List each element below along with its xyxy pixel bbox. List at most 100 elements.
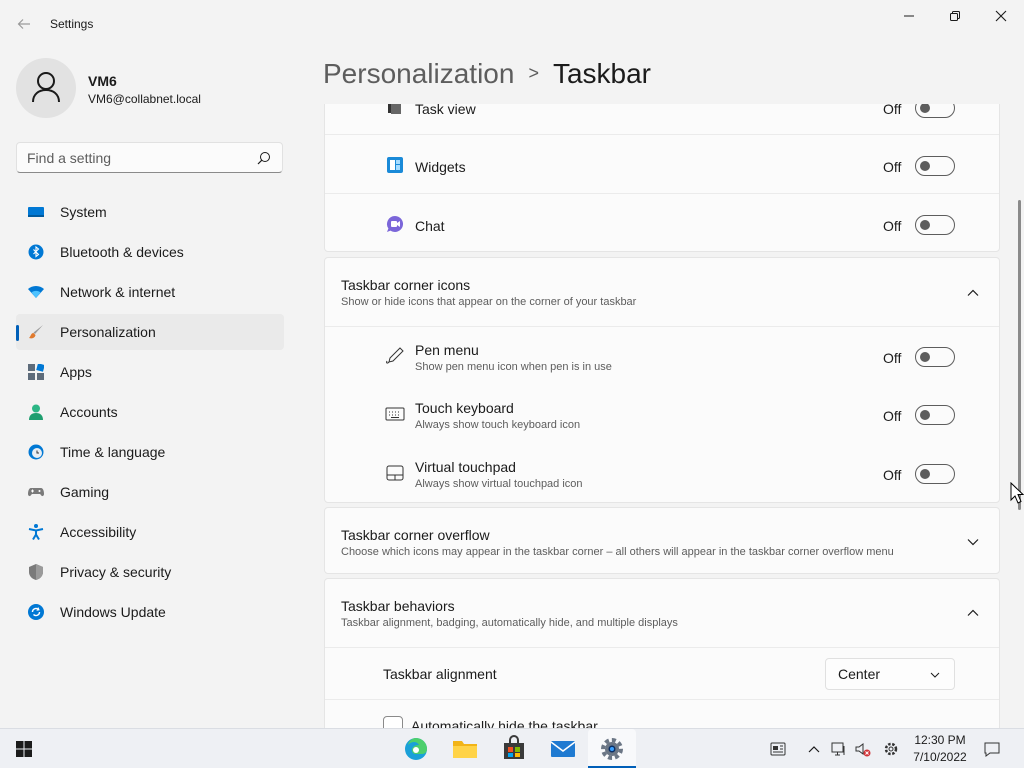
touch-keyboard-label: Touch keyboard — [415, 400, 514, 416]
gear-icon[interactable] — [883, 741, 899, 757]
system-icon — [28, 207, 44, 217]
sidebar-item-bluetooth[interactable]: Bluetooth & devices — [16, 234, 284, 270]
breadcrumb: Personalization > Taskbar — [323, 58, 651, 90]
chevron-up-icon[interactable] — [965, 605, 981, 621]
pen-menu-toggle[interactable] — [915, 347, 955, 367]
network-icon[interactable] — [831, 741, 847, 757]
sidebar-item-windows-update[interactable]: Windows Update — [16, 594, 284, 630]
minimize-icon — [904, 15, 914, 17]
touch-keyboard-toggle[interactable] — [915, 405, 955, 425]
task-view-state: Off — [883, 104, 902, 117]
window-title: Settings — [50, 17, 94, 31]
sidebar-item-label: Accounts — [60, 404, 118, 420]
behaviors-subtitle: Taskbar alignment, badging, automaticall… — [341, 617, 678, 629]
pen-menu-row: Pen menu Show pen menu icon when pen is … — [325, 326, 999, 385]
update-icon — [28, 604, 44, 620]
search-input[interactable] — [27, 149, 247, 167]
sidebar-item-label: Time & language — [60, 444, 166, 460]
settings-gear-icon — [601, 738, 623, 760]
virtual-touchpad-toggle[interactable] — [915, 464, 955, 484]
settings-content: Task view Off Widgets Off Chat Off Taskb… — [324, 104, 1000, 728]
breadcrumb-parent[interactable]: Personalization — [323, 58, 514, 89]
chat-label: Chat — [415, 218, 445, 234]
user-profile[interactable] — [16, 58, 76, 118]
taskbar-alignment-value: Center — [838, 666, 881, 682]
sidebar-item-label: Apps — [60, 364, 92, 380]
store-icon[interactable] — [500, 735, 528, 763]
accounts-icon — [29, 404, 43, 420]
back-button[interactable] — [12, 12, 36, 36]
sidebar-item-gaming[interactable]: Gaming — [16, 474, 284, 510]
search-box[interactable] — [16, 142, 283, 173]
notification-icon[interactable] — [984, 741, 1000, 757]
sidebar-item-label: Personalization — [60, 324, 156, 340]
behaviors-card: Taskbar behaviors Taskbar alignment, bad… — [324, 578, 1000, 728]
sidebar-item-accessibility[interactable]: Accessibility — [16, 514, 284, 550]
minimize-button[interactable] — [886, 0, 932, 32]
sidebar-item-network[interactable]: Network & internet — [16, 274, 284, 310]
shield-icon — [29, 564, 43, 580]
apps-icon — [28, 364, 44, 380]
edge-icon[interactable] — [402, 735, 430, 763]
chevron-down-icon[interactable] — [965, 534, 981, 550]
sidebar-item-label: Network & internet — [60, 284, 176, 300]
brush-icon — [29, 325, 43, 339]
close-button[interactable] — [978, 0, 1024, 32]
sidebar-item-personalization[interactable]: Personalization — [16, 314, 284, 350]
avatar — [16, 58, 76, 118]
virtual-touchpad-description: Always show virtual touchpad icon — [415, 478, 583, 490]
content-scrollbar[interactable] — [1018, 200, 1021, 510]
autohide-checkbox[interactable] — [383, 716, 403, 728]
task-view-toggle[interactable] — [915, 104, 955, 118]
sidebar-item-label: Gaming — [60, 484, 110, 500]
keyboard-icon — [385, 407, 405, 421]
news-widget-icon[interactable] — [770, 741, 786, 757]
sidebar-item-accounts[interactable]: Accounts — [16, 394, 284, 430]
pen-menu-description: Show pen menu icon when pen is in use — [415, 361, 612, 373]
touch-keyboard-row: Touch keyboard Always show touch keyboar… — [325, 385, 999, 444]
user-email: VM6@collabnet.local — [88, 92, 201, 106]
sidebar-item-privacy[interactable]: Privacy & security — [16, 554, 284, 590]
touch-keyboard-description: Always show touch keyboard icon — [415, 419, 581, 431]
corner-icons-subtitle: Show or hide icons that appear on the co… — [341, 296, 637, 308]
pen-menu-label: Pen menu — [415, 342, 479, 358]
maximize-button[interactable] — [932, 0, 978, 32]
corner-overflow-title: Taskbar corner overflow — [341, 527, 490, 543]
widgets-label: Widgets — [415, 159, 466, 175]
sidebar-item-time-language[interactable]: Time & language — [16, 434, 284, 470]
restore-icon — [950, 11, 960, 21]
back-arrow-icon — [17, 19, 30, 29]
widgets-state: Off — [883, 159, 902, 175]
chevron-down-icon — [930, 672, 940, 678]
taskbar-alignment-dropdown[interactable]: Center — [825, 658, 955, 690]
taskbar-alignment-row: Taskbar alignment Center — [325, 647, 999, 699]
windows-start-icon[interactable] — [16, 741, 32, 757]
taskbar-items-card: Task view Off Widgets Off Chat Off — [324, 104, 1000, 252]
pen-menu-state: Off — [883, 350, 902, 366]
task-view-label: Task view — [415, 104, 476, 117]
person-icon — [32, 72, 60, 103]
corner-icons-header[interactable]: Taskbar corner icons Show or hide icons … — [325, 258, 999, 326]
virtual-touchpad-label: Virtual touchpad — [415, 459, 516, 475]
clock-date[interactable]: 7/10/2022 — [908, 750, 972, 764]
volume-muted-icon[interactable] — [855, 741, 871, 757]
mouse-cursor-icon — [1010, 482, 1024, 504]
chat-toggle[interactable] — [915, 215, 955, 235]
settings-taskbar-button[interactable] — [588, 729, 636, 768]
corner-overflow-card[interactable]: Taskbar corner overflow Choose which ico… — [324, 507, 1000, 574]
behaviors-header[interactable]: Taskbar behaviors Taskbar alignment, bad… — [325, 579, 999, 647]
chat-icon — [387, 215, 404, 232]
chevron-up-icon[interactable] — [806, 741, 822, 757]
sidebar-nav: System Bluetooth & devices Network & int… — [16, 194, 284, 634]
widgets-row: Widgets Off — [325, 134, 999, 194]
clock-time[interactable]: 12:30 PM — [908, 733, 972, 747]
touch-keyboard-state: Off — [883, 408, 902, 424]
sidebar-item-label: Windows Update — [60, 604, 166, 620]
widgets-toggle[interactable] — [915, 156, 955, 176]
chevron-up-icon[interactable] — [965, 285, 981, 301]
mail-icon[interactable] — [549, 735, 577, 763]
behaviors-title: Taskbar behaviors — [341, 598, 455, 614]
sidebar-item-system[interactable]: System — [16, 194, 284, 230]
file-explorer-icon[interactable] — [451, 735, 479, 763]
sidebar-item-apps[interactable]: Apps — [16, 354, 284, 390]
